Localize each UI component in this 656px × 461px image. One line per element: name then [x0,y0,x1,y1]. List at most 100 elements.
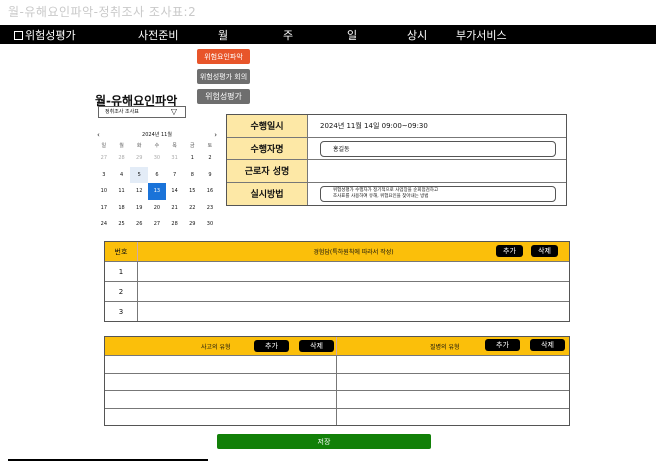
experience-table-header: 번호 경험담(특하원칙에 따라서 작성) 추가 삭제 [105,242,569,261]
calendar-day[interactable]: 27 [148,216,166,233]
performer-field[interactable]: 홍길동 [320,140,556,157]
calendar-day[interactable]: 21 [166,200,184,217]
calendar-day[interactable]: 12 [130,183,148,200]
experience-cell[interactable] [138,282,569,301]
calendar-day[interactable]: 1 [183,150,201,167]
worker-value[interactable] [308,160,566,182]
table-row: 2 [105,281,569,301]
nav-item-week[interactable]: 주 [283,27,293,43]
risk-meeting-button[interactable]: 위험성평가 회의 [197,69,250,84]
calendar-day[interactable]: 19 [130,200,148,217]
weekday-label: 화 [136,142,142,149]
row-number: 3 [105,302,138,321]
calendar-day[interactable]: 2 [201,150,219,167]
hazard-identify-button[interactable]: 위험요인파악 [197,49,250,64]
calendar-day[interactable]: 11 [113,183,131,200]
disease-type-label: 질병의 유형 [430,344,460,351]
calendar-day[interactable]: 24 [95,216,113,233]
calendar-day[interactable]: 26 [130,216,148,233]
row-number: 2 [105,282,138,301]
save-button[interactable]: 저장 [217,434,431,449]
calendar-day[interactable]: 3 [95,167,113,184]
accident-add-button[interactable]: 추가 [254,340,289,352]
calendar-day[interactable]: 28 [166,216,184,233]
nav-item-always[interactable]: 상시 [407,27,427,43]
accident-cell[interactable] [105,373,337,390]
info-table: 수행일시 2024년 11월 14일 09:00~09:30 수행자명 홍길동 … [226,114,567,206]
calendar-grid: 일 월 화 수 목 금 토 27 28 29 30 31 1 2 3 4 5 6… [95,140,219,233]
calendar-day[interactable]: 14 [166,183,184,200]
accident-delete-button[interactable]: 삭제 [299,340,334,352]
experience-cell[interactable] [138,262,569,281]
accident-cell[interactable] [105,356,337,373]
disease-add-button[interactable]: 추가 [485,339,520,351]
calendar-day-selected[interactable]: 13 [148,183,166,200]
method-field[interactable]: 위험성평가 수행자가 정기적으로 사업장을 순회점검하고 조사표를 사용하여 유… [320,185,556,202]
calendar-day[interactable]: 28 [113,150,131,167]
calendar-day-today[interactable]: 5 [130,166,149,183]
table-row [105,407,569,426]
calendar-day[interactable]: 15 [183,183,201,200]
weekday-label: 토 [207,142,213,149]
nav-item-extra[interactable]: 부가서비스 [456,27,507,43]
weekday-label: 수 [154,142,160,149]
table-row [105,372,569,391]
calendar-day[interactable]: 9 [201,167,219,184]
calendar-month-title: 2024년 11월 [142,132,172,138]
calendar-day[interactable]: 27 [95,150,113,167]
calendar-day[interactable]: 30 [148,150,166,167]
calendar-day[interactable]: 17 [95,200,113,217]
weekday-label: 목 [172,142,177,149]
table-row [105,390,569,408]
disease-cell[interactable] [337,356,569,373]
calendar-day[interactable]: 10 [95,183,113,200]
calendar-next-icon[interactable]: › [214,130,217,140]
info-row-worker: 근로자 성명 [227,160,566,183]
disease-cell[interactable] [337,374,569,391]
calendar-day[interactable]: 25 [113,216,131,233]
weekday-label: 월 [119,142,124,149]
table-row [105,355,569,373]
calendar-day[interactable]: 6 [148,167,166,184]
calendar-day[interactable]: 29 [183,216,201,233]
row-number: 1 [105,262,138,281]
disease-cell[interactable] [337,391,569,408]
disease-cell[interactable] [337,409,569,426]
nav-brand-label: 위험성평가 [25,29,76,42]
calendar-day[interactable]: 23 [201,200,219,217]
disease-type-header: 질병의 유형 추가 삭제 [337,337,569,355]
calendar-day[interactable]: 29 [130,150,148,167]
method-label: 실시방법 [227,182,308,205]
nav-item-month[interactable]: 월 [218,27,228,43]
experience-delete-button[interactable]: 삭제 [531,245,558,257]
calendar-day[interactable]: 4 [113,167,131,184]
risk-assessment-button[interactable]: 위험성평가 [197,89,250,104]
date-value: 2024년 11월 14일 09:00~09:30 [320,121,428,130]
experience-cell[interactable] [138,302,569,321]
window-title: 월-유해요인파악-정취조사 조사표:2 [8,5,197,19]
number-header: 번호 [105,242,138,261]
accident-cell[interactable] [105,391,337,408]
info-row-date: 수행일시 2024년 11월 14일 09:00~09:30 [227,115,566,138]
calendar-day[interactable]: 16 [201,183,219,200]
nav-brand[interactable]: 위험성평가 [14,27,76,43]
info-row-performer: 수행자명 홍길동 [227,137,566,160]
calendar-day[interactable]: 22 [183,200,201,217]
nav-item-day[interactable]: 일 [347,27,357,43]
table-row: 3 [105,301,569,321]
survey-select[interactable]: 정취조사 조사표 ▽ [98,106,186,118]
checkbox-icon [14,30,23,40]
nav-item-prep[interactable]: 사전준비 [138,27,178,43]
info-row-method: 실시방법 위험성평가 수행자가 정기적으로 사업장을 순회점검하고 조사표를 사… [227,182,566,205]
accident-cell[interactable] [105,408,337,425]
calendar-day[interactable]: 20 [148,200,166,217]
calendar-day[interactable]: 30 [201,216,219,233]
survey-select-value: 정취조사 조사표 [105,109,139,115]
experience-add-button[interactable]: 추가 [496,245,523,257]
disease-delete-button[interactable]: 삭제 [530,339,565,351]
calendar-day[interactable]: 8 [183,167,201,184]
calendar-prev-icon[interactable]: ‹ [97,130,100,140]
calendar-day[interactable]: 7 [166,167,184,184]
calendar-day[interactable]: 18 [113,200,131,217]
calendar-day[interactable]: 31 [166,150,184,167]
